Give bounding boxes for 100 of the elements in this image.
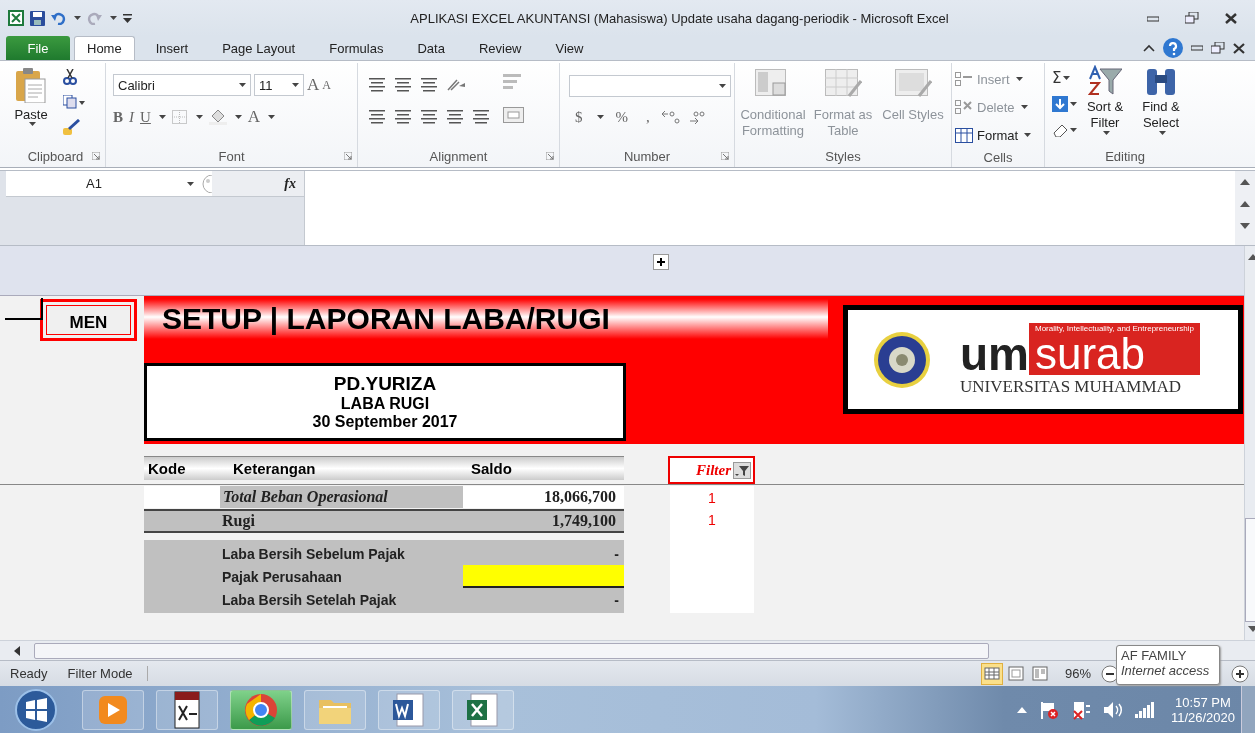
start-orb-icon[interactable] (14, 687, 58, 732)
caret-icon[interactable] (268, 115, 276, 119)
font-name-field[interactable]: Calibri (113, 74, 251, 96)
italic-button[interactable]: I (129, 108, 134, 126)
scroll-thumb[interactable] (34, 642, 989, 659)
caret-icon[interactable] (292, 83, 299, 87)
tray-expand-icon[interactable] (1016, 706, 1027, 713)
number-format-field[interactable] (569, 75, 731, 97)
input-field[interactable] (463, 565, 624, 588)
currency-button[interactable]: $ (575, 108, 583, 126)
spreadsheet-app-icon[interactable] (8, 10, 24, 26)
autosum-button[interactable]: Σ (1052, 69, 1062, 87)
percent-button[interactable]: % (615, 108, 628, 126)
ribbon-tab[interactable]: Home (74, 36, 135, 60)
align-top-icon[interactable] (369, 77, 385, 93)
paste-button[interactable]: Paste (9, 63, 53, 126)
caret-icon[interactable] (28, 122, 36, 126)
minimize-icon[interactable] (1191, 44, 1203, 52)
caret-icon[interactable] (1102, 131, 1110, 135)
flag-icon[interactable] (1038, 699, 1059, 720)
align-left-icon[interactable] (369, 109, 385, 125)
dialog-launcher-icon[interactable] (344, 152, 352, 160)
increase-decimal-icon[interactable] (661, 110, 682, 124)
collapse-ribbon-icon[interactable] (1143, 44, 1155, 52)
ribbon-tab[interactable]: View (538, 36, 601, 60)
close-icon[interactable] (1225, 12, 1237, 24)
font-size-field[interactable]: 11 (254, 74, 304, 96)
align-center-icon[interactable] (395, 109, 411, 125)
dialog-launcher-icon[interactable] (546, 152, 554, 160)
scissors-icon[interactable] (63, 69, 77, 85)
formula-input[interactable] (304, 171, 1235, 245)
decrease-indent-icon[interactable] (447, 109, 463, 125)
dialog-launcher-icon[interactable] (721, 152, 729, 160)
speaker-icon[interactable] (1102, 700, 1123, 719)
eraser-icon[interactable] (1052, 123, 1068, 137)
ribbon-tab[interactable]: Data (400, 36, 462, 60)
ribbon-tab[interactable]: Review (461, 36, 539, 60)
scroll-up-icon[interactable] (1240, 179, 1250, 185)
grow-font-button[interactable]: A (307, 75, 320, 95)
caret-icon[interactable] (1158, 131, 1166, 135)
scroll-left-icon[interactable] (14, 645, 20, 656)
filter-dropdown-icon[interactable] (733, 461, 751, 479)
scroll-up-icon[interactable] (1248, 254, 1255, 260)
copy-icon[interactable] (63, 95, 85, 109)
ribbon-tab[interactable]: Formulas (312, 36, 401, 60)
dialog-launcher-icon[interactable] (92, 152, 100, 160)
fill-down-icon[interactable] (1052, 96, 1068, 112)
caret-icon[interactable] (110, 16, 117, 20)
caret-icon[interactable] (195, 115, 203, 119)
ribbon-tab[interactable]: Insert (138, 36, 206, 60)
undo-icon[interactable] (51, 11, 66, 25)
increase-indent-icon[interactable] (473, 109, 489, 125)
scroll-up-icon[interactable] (1240, 201, 1250, 207)
cells-menu-button[interactable]: Format (955, 123, 1032, 147)
scroll-down-icon[interactable] (1248, 626, 1255, 632)
clock[interactable]: 10:57 PM 11/26/2020 (1170, 694, 1235, 725)
brush-icon[interactable] (63, 119, 81, 135)
save-icon[interactable] (30, 10, 45, 26)
taskbar-app[interactable] (156, 689, 218, 730)
caret-icon[interactable] (239, 83, 246, 87)
signal-bars-icon[interactable] (1134, 701, 1155, 718)
decrease-decimal-icon[interactable] (687, 110, 708, 124)
font-color-button[interactable]: A (247, 107, 261, 127)
insert-function-button[interactable]: fx (212, 171, 304, 196)
scroll-down-icon[interactable] (1240, 223, 1250, 229)
bold-button[interactable]: B (113, 108, 123, 126)
align-right-icon[interactable] (421, 109, 437, 125)
align-middle-icon[interactable] (395, 77, 411, 93)
customize-menu-icon[interactable] (123, 13, 132, 23)
help-icon[interactable] (1163, 38, 1183, 58)
comma-button[interactable]: , (646, 108, 650, 126)
view-button[interactable] (980, 662, 1003, 685)
taskbar-app[interactable] (452, 689, 514, 730)
caret-icon[interactable] (1063, 76, 1071, 80)
caret-icon[interactable] (1070, 128, 1077, 132)
zoom-level[interactable]: 96% (1064, 666, 1091, 681)
caret-icon[interactable] (719, 84, 726, 88)
fill-color-icon[interactable] (208, 109, 227, 125)
restore-icon[interactable] (1185, 12, 1199, 24)
menu-button[interactable]: MEN (40, 299, 137, 341)
shrink-font-button[interactable]: A (322, 77, 331, 93)
minimize-icon[interactable] (1147, 13, 1159, 23)
caret-icon[interactable] (187, 181, 194, 186)
taskbar-app[interactable] (378, 689, 440, 730)
name-box[interactable]: A1 (6, 176, 198, 191)
restore-icon[interactable] (1211, 42, 1225, 54)
expand-icon[interactable] (653, 254, 669, 270)
file-tab[interactable]: File (6, 36, 70, 60)
ribbon-tab[interactable]: Page Layout (205, 36, 313, 60)
underline-button[interactable]: U (140, 108, 151, 126)
caret-icon[interactable] (158, 115, 166, 119)
merge-center-icon[interactable] (503, 107, 527, 123)
zoom-in-icon[interactable] (1231, 664, 1249, 683)
editing-menu-button[interactable]: Sort & Filter (1077, 63, 1133, 135)
editing-menu-button[interactable]: Find & Select (1133, 63, 1189, 135)
align-bottom-icon[interactable] (421, 77, 437, 93)
caret-icon[interactable] (1024, 133, 1032, 137)
caret-icon[interactable] (74, 16, 81, 20)
close-icon[interactable] (1233, 42, 1245, 54)
caret-icon[interactable] (234, 115, 242, 119)
